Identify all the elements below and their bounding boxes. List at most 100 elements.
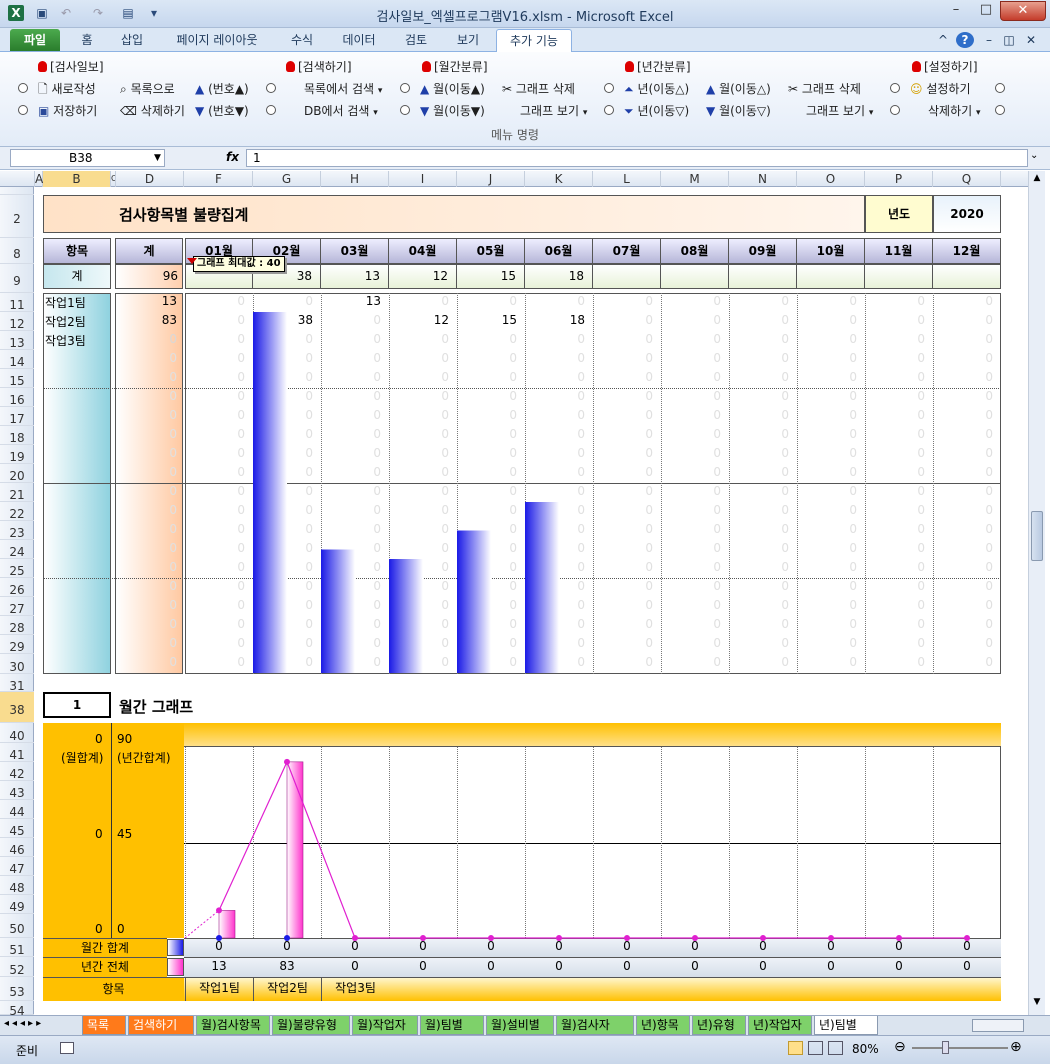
name-box-dropdown-icon[interactable]: ▼	[154, 153, 161, 163]
normal-view-icon[interactable]	[788, 1041, 803, 1055]
sheet-tab[interactable]: 검색하기	[128, 1016, 194, 1035]
new-button[interactable]: 🗋 새로작성	[38, 80, 96, 101]
radio-3[interactable]	[266, 83, 276, 93]
radio-4[interactable]	[266, 105, 276, 115]
zoom-out-icon[interactable]: ⊖	[894, 1039, 906, 1055]
col-header-l[interactable]: L	[593, 171, 661, 187]
worksheet[interactable]: 검사항목별 불량집계 년도 2020 항목 계 01월 02월 03월 04월 05월 0…	[35, 187, 1028, 1015]
col-header-f[interactable]: F	[185, 171, 253, 187]
row-header-23[interactable]: 23	[0, 521, 34, 540]
row-header-16[interactable]: 16	[0, 388, 34, 407]
collapse-ribbon-icon[interactable]: ^	[936, 29, 950, 51]
sheet-tab[interactable]: 년)작업자	[748, 1016, 812, 1035]
tab-insert[interactable]: 삽입	[112, 29, 152, 51]
close-icon[interactable]: ✕	[1000, 1, 1046, 21]
radio-1[interactable]	[18, 83, 28, 93]
delete-button[interactable]: ⌫ 삭제하기	[120, 102, 185, 119]
radio-9[interactable]	[890, 83, 900, 93]
sheet-tab[interactable]: 월)검사자	[556, 1016, 634, 1035]
number-down-button[interactable]: ▼ (번호▼)	[195, 102, 249, 119]
tab-data[interactable]: 데이터	[334, 29, 384, 51]
page-break-view-icon[interactable]	[828, 1041, 843, 1055]
month-up-button[interactable]: ▲ 월(이동▲)	[420, 80, 485, 97]
col-header-d[interactable]: D	[116, 171, 184, 187]
row-header-42[interactable]: 42	[0, 762, 34, 781]
maximize-icon[interactable]: □	[972, 1, 1000, 21]
row-header-53[interactable]: 53	[0, 977, 34, 1001]
row-header-51[interactable]: 51	[0, 938, 34, 957]
sheet-tab[interactable]: 목록	[82, 1016, 126, 1035]
row-header-45[interactable]: 45	[0, 819, 34, 838]
horizontal-scrollbar[interactable]	[972, 1019, 1024, 1032]
radio-8[interactable]	[604, 105, 614, 115]
vertical-scrollbar[interactable]: ▲ ▼	[1028, 171, 1045, 1015]
row-header-22[interactable]: 22	[0, 502, 34, 521]
sheet-tab[interactable]: 년)항목	[636, 1016, 690, 1035]
graph-delete2-button[interactable]: ✂ 그래프 삭제	[788, 80, 861, 97]
zoom-in-icon[interactable]: ⊕	[1010, 1039, 1022, 1055]
month-down-button[interactable]: ▼ 월(이동▼)	[420, 102, 485, 119]
col-header-h[interactable]: H	[321, 171, 389, 187]
search-list-button[interactable]: 목록에서 검색 ▾	[304, 80, 382, 97]
col-header-a[interactable]: A	[35, 171, 43, 187]
zoom-level[interactable]: 80%	[852, 1042, 879, 1056]
col-header-o[interactable]: O	[797, 171, 865, 187]
year-up-button[interactable]: ⏶ 년(이동△)	[624, 80, 689, 97]
radio-6[interactable]	[400, 105, 410, 115]
row-header-9[interactable]: 9	[0, 264, 34, 293]
row-header-28[interactable]: 28	[0, 616, 34, 635]
col-header-g[interactable]: G	[253, 171, 321, 187]
graph-view2-button[interactable]: 그래프 보기 ▾	[806, 102, 873, 119]
radio-2[interactable]	[18, 105, 28, 115]
row-header-11[interactable]: 11	[0, 293, 34, 312]
year-down-button[interactable]: ⏷ 년(이동▽)	[624, 102, 689, 119]
sheet-tab[interactable]: 월)검사항목	[196, 1016, 270, 1035]
wb-close-icon[interactable]: ✕	[1024, 29, 1038, 51]
radio-10[interactable]	[890, 105, 900, 115]
zoom-slider-thumb[interactable]	[942, 1041, 949, 1054]
search-db-button[interactable]: DB에서 검색 ▾	[304, 102, 378, 119]
row-header-43[interactable]: 43	[0, 781, 34, 800]
row-header-26[interactable]: 26	[0, 578, 34, 597]
sheet-tab[interactable]: 월)설비별	[486, 1016, 554, 1035]
macro-record-icon[interactable]	[60, 1042, 74, 1054]
scroll-thumb[interactable]	[1031, 511, 1043, 561]
row-header-31[interactable]: 31	[0, 674, 34, 693]
row-header-21[interactable]: 21	[0, 483, 34, 502]
radio-5[interactable]	[400, 83, 410, 93]
row-header-19[interactable]: 19	[0, 445, 34, 464]
col-header-p[interactable]: P	[865, 171, 933, 187]
radio-7[interactable]	[604, 83, 614, 93]
col-header-j[interactable]: J	[457, 171, 525, 187]
name-box[interactable]: B38	[10, 149, 165, 167]
zoom-slider-track[interactable]	[912, 1047, 1008, 1049]
row-header-48[interactable]: 48	[0, 876, 34, 895]
row-header-40[interactable]: 40	[0, 723, 34, 743]
row-header-44[interactable]: 44	[0, 800, 34, 819]
sheet-tab[interactable]: 월)불량유형	[272, 1016, 350, 1035]
sheet-tab[interactable]: 년)유형	[692, 1016, 746, 1035]
sheet-tab[interactable]: 월)팀별	[420, 1016, 484, 1035]
tab-page-layout[interactable]: 페이지 레이아웃	[165, 29, 269, 51]
row-header-49[interactable]: 49	[0, 895, 34, 914]
row-header-12[interactable]: 12	[0, 312, 34, 331]
row-header-50[interactable]: 50	[0, 914, 34, 938]
expand-formula-icon[interactable]: ⌄	[1030, 150, 1038, 161]
wb-minimize-icon[interactable]: –	[982, 29, 996, 51]
radio-11[interactable]	[995, 83, 1005, 93]
scroll-down-icon[interactable]: ▼	[1031, 997, 1043, 1011]
col-header-b[interactable]: B	[43, 171, 111, 187]
fx-icon[interactable]: fx	[226, 150, 239, 164]
select-all-corner[interactable]	[0, 171, 35, 187]
row-header-17[interactable]: 17	[0, 407, 34, 426]
graph-delete-button[interactable]: ✂ 그래프 삭제	[502, 80, 575, 97]
row-header-2[interactable]: 2	[0, 195, 34, 238]
delete2-button[interactable]: 삭제하기 ▾	[928, 102, 981, 119]
col-header-n[interactable]: N	[729, 171, 797, 187]
row-header-20[interactable]: 20	[0, 464, 34, 483]
row-header-25[interactable]: 25	[0, 559, 34, 578]
tab-view[interactable]: 보기	[448, 29, 488, 51]
row-header-14[interactable]: 14	[0, 350, 34, 369]
sheet-tab[interactable]: 월)작업자	[352, 1016, 418, 1035]
row-header-8[interactable]: 8	[0, 238, 34, 264]
